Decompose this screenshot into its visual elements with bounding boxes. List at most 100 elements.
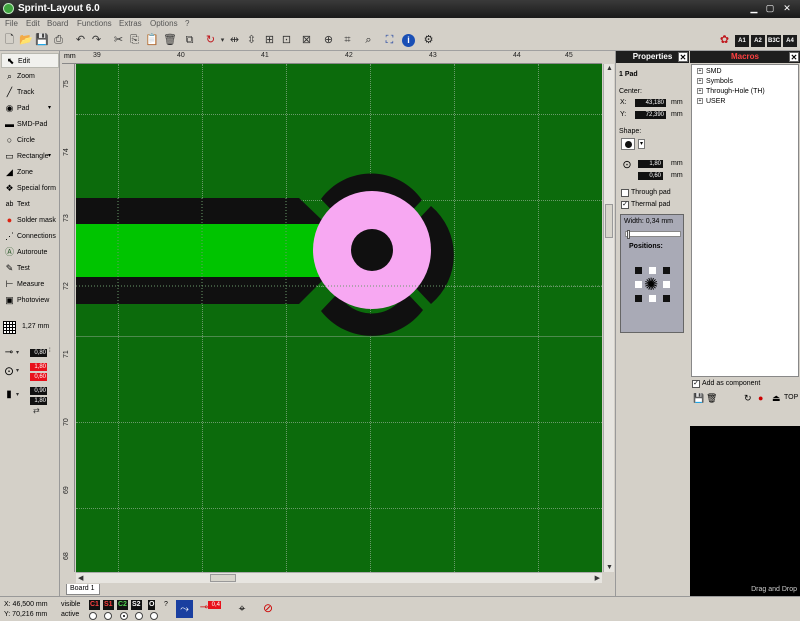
layer-a1-button[interactable]: A1	[735, 35, 749, 47]
tool-rectangle[interactable]: ▭ Rectangle ▾	[1, 149, 59, 164]
tool-zone[interactable]: ◢ Zone	[1, 165, 59, 180]
active-o-radio[interactable]	[150, 612, 158, 620]
menu-edit[interactable]: Edit	[26, 19, 40, 28]
ungroup-icon[interactable]: ⊠	[300, 34, 313, 47]
pad-outer-field[interactable]: 1,80	[30, 363, 47, 371]
layer-color-icon[interactable]: ✿	[718, 34, 731, 47]
layer-b3c-button[interactable]: B3C	[767, 35, 781, 47]
active-c1-radio[interactable]	[89, 612, 97, 620]
active-s1-radio[interactable]	[104, 612, 112, 620]
grid-size[interactable]: 1,27 mm	[22, 323, 49, 330]
macro-folder[interactable]: + USER	[697, 98, 725, 105]
tool-solder-mask[interactable]: ● Solder mask	[1, 213, 59, 228]
chevron-down-icon[interactable]: ▾	[48, 149, 51, 164]
layer-a2-button[interactable]: A2	[751, 35, 765, 47]
save-icon[interactable]: 💾	[35, 34, 49, 47]
chevron-down-icon[interactable]: ▾	[16, 349, 19, 356]
grid-icon[interactable]	[3, 321, 16, 334]
tool-photoview[interactable]: ▣ Photoview	[1, 293, 59, 308]
minimize-icon[interactable]: ▁	[748, 3, 760, 14]
close-icon[interactable]: ✕	[781, 3, 793, 14]
pcb-canvas[interactable]	[76, 64, 602, 572]
tool-edit[interactable]: ⬉ Edit	[1, 53, 59, 68]
rotate-macro-icon[interactable]: ↻	[744, 393, 752, 404]
settings-gear-icon[interactable]: ⚙	[422, 34, 435, 47]
open-folder-icon[interactable]: 📂	[19, 34, 33, 47]
tool-pad[interactable]: ◉ Pad ▾	[1, 101, 59, 116]
maximize-icon[interactable]: ▢	[764, 3, 776, 14]
add-as-component-checkbox[interactable]: ✓	[692, 380, 700, 388]
close-icon[interactable]: ✕	[789, 52, 799, 62]
expand-icon[interactable]: +	[697, 88, 703, 95]
expand-icon[interactable]: +	[697, 98, 703, 105]
menu-functions[interactable]: Functions	[77, 19, 112, 28]
center-y-field[interactable]: 72,390	[635, 111, 666, 119]
center-x-field[interactable]: 43,180	[635, 99, 666, 107]
smd-height-field[interactable]: 1,80	[30, 397, 47, 405]
vertical-scroll-thumb[interactable]	[605, 204, 613, 238]
tool-special-form[interactable]: ❖ Special form	[1, 181, 59, 196]
connection-icon[interactable]: ⤳	[176, 600, 193, 618]
tool-text[interactable]: ab Text	[1, 197, 59, 212]
redo-icon[interactable]: ↷	[90, 34, 103, 47]
through-pad-checkbox[interactable]	[621, 189, 629, 197]
active-c2-radio[interactable]	[120, 612, 128, 620]
tool-zoom[interactable]: ⌕ Zoom	[1, 69, 59, 84]
vertical-scrollbar[interactable]: ▲ ▼	[603, 64, 614, 572]
thermal-pad-checkbox[interactable]: ✓	[621, 201, 629, 209]
active-s2-radio[interactable]	[135, 612, 143, 620]
print-icon[interactable]: ⎙	[52, 34, 65, 47]
menu-board[interactable]: Board	[47, 19, 68, 28]
tool-track[interactable]: ╱ Track	[1, 85, 59, 100]
layer-o-toggle[interactable]: O	[148, 600, 156, 610]
align-icon[interactable]: ⊞	[263, 34, 276, 47]
tool-circle[interactable]: ○ Circle	[1, 133, 59, 148]
layer-c2-toggle[interactable]: C2	[117, 600, 128, 610]
pad-inner-field[interactable]: 0,60	[30, 373, 47, 381]
thermal-pos-toggle[interactable]	[635, 295, 642, 302]
help-mark[interactable]: ?	[164, 601, 168, 608]
layer-c1-toggle[interactable]: C1	[89, 600, 100, 610]
menu-help[interactable]: ?	[185, 19, 189, 28]
layer-a4-button[interactable]: A4	[783, 35, 797, 47]
tab-board-1[interactable]: Board 1	[66, 584, 100, 595]
expand-icon[interactable]: +	[697, 68, 703, 75]
thermal-pos-toggle[interactable]	[663, 267, 670, 274]
chevron-down-icon[interactable]: ▾	[16, 391, 19, 398]
horizontal-scrollbar[interactable]: ◀ ▶	[76, 572, 602, 583]
pad-outer-diameter-field[interactable]: 1,80	[638, 160, 663, 168]
crosshair-icon[interactable]: ⌖	[236, 602, 248, 614]
info-icon[interactable]: i	[402, 34, 415, 47]
macro-folder[interactable]: + Symbols	[697, 78, 733, 85]
new-file-icon[interactable]: 🗋	[3, 34, 16, 47]
tool-measure[interactable]: ⊢ Measure	[1, 277, 59, 292]
close-icon[interactable]: ✕	[678, 52, 688, 62]
thermal-width-slider[interactable]	[625, 230, 681, 239]
zoom-fit-icon[interactable]: ⛶	[383, 34, 396, 47]
copy-icon[interactable]: ⎘	[128, 34, 141, 47]
zoom-search-icon[interactable]: ⌕	[362, 34, 375, 47]
macro-folder[interactable]: + Through-Hole (TH)	[697, 88, 765, 95]
pad-drill-field[interactable]: 0,60	[638, 172, 663, 180]
undo-icon[interactable]: ↶	[74, 34, 87, 47]
menu-options[interactable]: Options	[150, 19, 178, 28]
tool-smd-pad[interactable]: ▬ SMD-Pad	[1, 117, 59, 132]
flip-macro-icon[interactable]: ●	[758, 393, 763, 403]
swap-icon[interactable]: ⇄	[33, 406, 40, 415]
chevron-down-icon[interactable]: ▾	[638, 139, 645, 149]
scroll-left-icon[interactable]: ◀	[78, 574, 83, 582]
thermal-positions-grid[interactable]: ✺	[635, 267, 671, 303]
thermal-pos-toggle[interactable]	[635, 281, 642, 288]
scroll-up-icon[interactable]: ▲	[606, 65, 613, 72]
zoom-value[interactable]: 0,4	[208, 601, 221, 609]
mirror-vertical-icon[interactable]: ⇳	[245, 34, 258, 47]
tool-test[interactable]: ✎ Test	[1, 261, 59, 276]
thermal-pos-toggle[interactable]	[663, 281, 670, 288]
snap-icon[interactable]: ⊕	[322, 34, 335, 47]
horizontal-scroll-thumb[interactable]	[210, 574, 236, 582]
scroll-right-icon[interactable]: ▶	[595, 574, 600, 582]
macro-folder[interactable]: + SMD	[697, 68, 722, 75]
save-macro-icon[interactable]: 💾	[693, 393, 704, 404]
expand-icon[interactable]: +	[697, 78, 703, 85]
component-icon[interactable]: ⌗	[341, 34, 354, 47]
